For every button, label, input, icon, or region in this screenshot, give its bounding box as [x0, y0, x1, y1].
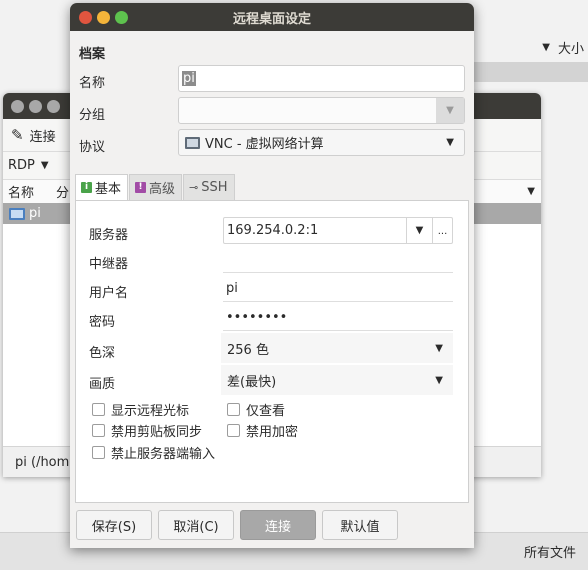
settings-tabs: i 基本 ! 高级 ⊸ SSH [75, 174, 469, 200]
tab-advanced-label: 高级 [149, 182, 176, 197]
color-depth-value: 256 色 [227, 342, 269, 358]
minimize-dialog-button[interactable] [97, 10, 110, 24]
disable-server-input-label: 禁止服务器端输入 [111, 447, 216, 462]
column-header-group[interactable]: 分 [56, 182, 69, 201]
checkbox-box[interactable] [92, 403, 105, 416]
monitor-icon [9, 207, 25, 220]
view-only-checkbox[interactable]: 仅查看 [227, 400, 285, 419]
maximize-window-button[interactable] [47, 99, 60, 113]
checkbox-box[interactable] [227, 403, 240, 416]
close-window-button[interactable] [11, 99, 24, 113]
name-field[interactable]: pi [178, 65, 465, 92]
background-selected-row [470, 62, 588, 82]
tab-advanced[interactable]: ! 高级 [129, 174, 183, 200]
checkbox-box[interactable] [92, 446, 105, 459]
quality-combo[interactable]: 差(最快) ▼ [221, 365, 453, 395]
protocol-label: 协议 [79, 140, 106, 155]
profile-section-title: 档案 [79, 47, 106, 62]
connect-button[interactable]: 连接 [240, 510, 316, 540]
minimize-window-button[interactable] [29, 99, 42, 113]
group-label: 分组 [79, 108, 106, 123]
username-label: 用户名 [89, 286, 129, 301]
connection-row-name: pi [29, 206, 41, 221]
protocol-selector[interactable]: RDP [8, 158, 35, 173]
tab-basic[interactable]: i 基本 [75, 174, 129, 200]
group-field[interactable]: ▼ [178, 97, 465, 124]
server-label: 服务器 [89, 228, 129, 243]
column-header-name[interactable]: 名称 [8, 182, 34, 201]
disable-encryption-checkbox[interactable]: 禁用加密 [227, 421, 298, 440]
username-value: pi [226, 280, 238, 296]
dialog-button-bar: 保存(S) 取消(C) 连接 默认值 [70, 510, 474, 548]
all-files-filter[interactable]: 所有文件 [524, 542, 576, 561]
default-button[interactable]: 默认值 [322, 510, 398, 540]
dialog-titlebar: 远程桌面设定 [70, 3, 474, 31]
size-column-label: 大小 [557, 41, 584, 57]
cancel-button[interactable]: 取消(C) [158, 510, 234, 540]
group-dropdown-button[interactable]: ▼ [436, 98, 464, 123]
server-value: 169.254.0.2:1 [227, 223, 319, 238]
chevron-down-icon: ▼ [446, 137, 454, 148]
close-dialog-button[interactable] [79, 10, 92, 24]
username-field[interactable]: pi [223, 275, 453, 302]
warning-icon: ! [135, 182, 147, 193]
disable-encryption-label: 禁用加密 [246, 425, 299, 440]
remote-desktop-preferences-dialog: 远程桌面设定 档案 名称 pi 分组 ▼ 协议 VNC - 虚拟网络计算 ▼ i… [70, 3, 474, 548]
password-value: •••••••• [226, 309, 288, 325]
chevron-down-icon: ▼ [435, 342, 443, 354]
info-icon: i [81, 182, 92, 193]
server-dropdown-button[interactable]: ▼ [406, 218, 432, 243]
view-only-label: 仅查看 [246, 404, 286, 419]
repeater-label: 中继器 [89, 257, 129, 272]
checkbox-box[interactable] [92, 424, 105, 437]
dialog-title: 远程桌面设定 [232, 11, 311, 27]
quality-label: 画质 [89, 377, 116, 392]
save-button[interactable]: 保存(S) [76, 510, 152, 540]
color-depth-label: 色深 [89, 346, 116, 361]
chevron-down-icon: ▼ [542, 41, 550, 53]
chevron-down-icon[interactable]: ▼ [527, 186, 535, 197]
quality-value: 差(最快) [227, 374, 277, 390]
chevron-down-icon: ▼ [435, 374, 443, 386]
protocol-combo[interactable]: VNC - 虚拟网络计算 ▼ [178, 129, 465, 156]
repeater-field[interactable] [223, 246, 453, 273]
tab-basic-label: 基本 [95, 182, 122, 197]
name-field-value: pi [182, 71, 196, 86]
maximize-dialog-button[interactable] [115, 10, 128, 24]
show-remote-cursor-label: 显示远程光标 [111, 404, 190, 419]
color-depth-combo[interactable]: 256 色 ▼ [221, 333, 453, 363]
disable-clipboard-sync-checkbox[interactable]: 禁用剪贴板同步 [92, 421, 202, 440]
connect-icon[interactable]: ✎ [11, 126, 24, 144]
password-field[interactable]: •••••••• [223, 304, 453, 331]
server-browse-button[interactable]: ... [432, 218, 452, 243]
name-label: 名称 [79, 76, 106, 91]
key-icon: ⊸ [189, 181, 199, 194]
size-column-header[interactable]: ▼ 大小 [470, 34, 588, 60]
connect-toolbar-button[interactable]: 连接 [30, 126, 56, 145]
protocol-value: VNC - 虚拟网络计算 [205, 137, 324, 152]
show-remote-cursor-checkbox[interactable]: 显示远程光标 [92, 400, 189, 419]
disable-clipboard-sync-label: 禁用剪贴板同步 [111, 425, 203, 440]
tab-ssh-label: SSH [201, 180, 228, 195]
checkbox-box[interactable] [227, 424, 240, 437]
server-combo[interactable]: 169.254.0.2:1 ▼ ... [223, 217, 453, 244]
basic-settings-panel: 服务器 169.254.0.2:1 ▼ ... 中继器 用户名 pi 密码 ••… [75, 200, 469, 503]
disable-server-input-checkbox[interactable]: 禁止服务器端输入 [92, 443, 215, 462]
password-label: 密码 [89, 315, 116, 330]
monitor-icon [185, 136, 200, 149]
tab-ssh[interactable]: ⊸ SSH [183, 174, 235, 200]
status-text: pi (/home [15, 454, 78, 470]
chevron-down-icon[interactable]: ▼ [41, 160, 49, 171]
